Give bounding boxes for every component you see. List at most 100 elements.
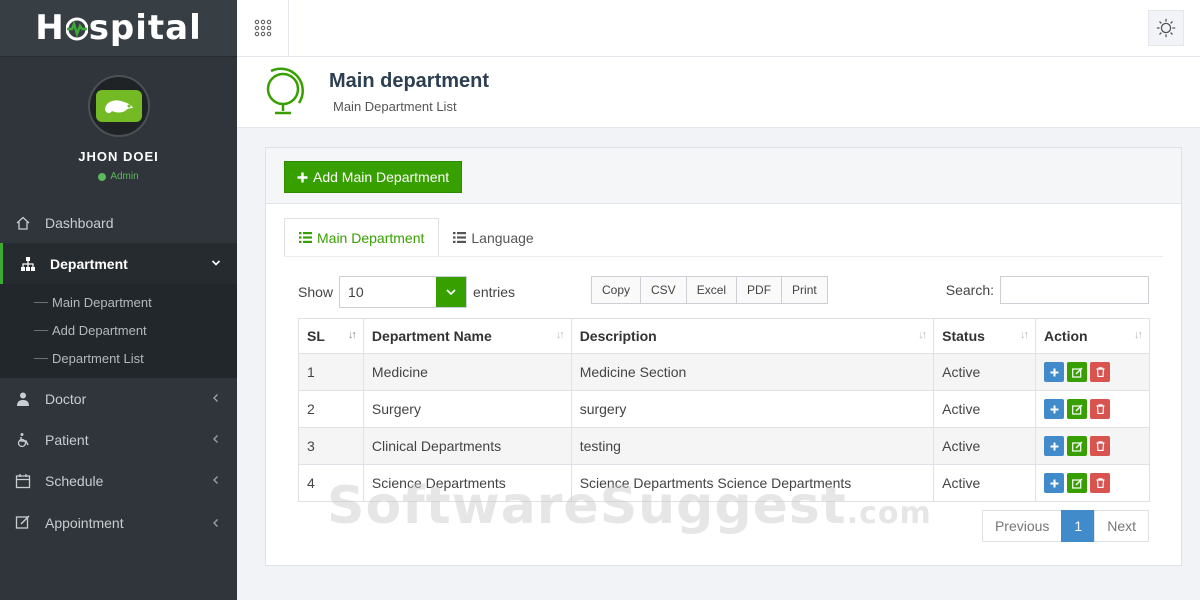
sidebar-item-department[interactable]: Department [0, 243, 237, 284]
cell-actions [1035, 427, 1150, 465]
wheelchair-icon [14, 431, 32, 449]
cell-description: testing [570, 427, 935, 465]
excel-button[interactable]: Excel [685, 276, 738, 304]
top-navbar [237, 0, 1200, 57]
column-header-action[interactable]: Action ↓↑ [1035, 318, 1150, 354]
sort-icon: ↓↑ [1134, 329, 1143, 341]
sidebar-item-schedule[interactable]: Schedule [0, 460, 237, 501]
chevron-down-icon [436, 277, 467, 307]
submenu-item-add-department[interactable]: Add Department [0, 316, 237, 344]
sidebar-item-dashboard[interactable]: Dashboard [0, 202, 237, 243]
sidebar-item-label: Patient [45, 431, 89, 448]
page-length-control: Show 10 entries [298, 276, 515, 308]
add-row-button[interactable] [1044, 399, 1065, 419]
sidebar: H spital JHON DOEI Admin Dashboard Depar… [0, 0, 237, 600]
add-row-button[interactable] [1044, 362, 1065, 382]
watermark-suffix: .com [846, 496, 932, 531]
edit-icon [1071, 404, 1083, 415]
sitemap-icon [19, 255, 37, 273]
trash-icon [1096, 478, 1105, 488]
user-role: Admin [98, 171, 139, 182]
delete-row-button[interactable] [1090, 436, 1111, 456]
table-row: 3 Clinical Departments testing Active [298, 427, 1150, 465]
user-profile: JHON DOEI Admin [0, 57, 237, 202]
column-header-description[interactable]: Description ↓↑ [570, 318, 935, 354]
print-button[interactable]: Print [781, 276, 828, 304]
gear-icon [1156, 18, 1176, 38]
table-row: 1 Medicine Medicine Section Active [298, 353, 1150, 391]
edit-row-button[interactable] [1067, 436, 1088, 456]
add-row-button[interactable] [1044, 473, 1065, 493]
avatar[interactable] [87, 75, 150, 137]
apps-grid-button[interactable] [237, 0, 289, 57]
show-label: Show [298, 284, 334, 300]
cell-actions [1035, 464, 1150, 502]
csv-button[interactable]: CSV [640, 276, 687, 304]
edit-row-button[interactable] [1067, 473, 1088, 493]
cell-department-name: Medicine [362, 353, 572, 391]
table-row: 2 Surgery surgery Active [298, 390, 1150, 428]
trash-icon [1096, 441, 1105, 451]
online-status-dot [98, 172, 107, 181]
entries-select[interactable]: 10 [339, 276, 468, 308]
department-table: SL ↓↑ Department Name ↓↑ Description ↓↑ Sta… [298, 318, 1150, 502]
plus-icon [297, 172, 308, 182]
cell-sl: 2 [298, 390, 364, 428]
brand-prefix: H [35, 8, 65, 48]
column-header-status[interactable]: Status ↓↑ [933, 318, 1037, 354]
add-button-label: Add Main Department [313, 169, 450, 185]
sidebar-menu: Dashboard Department Main Department Add… [0, 202, 237, 531]
column-header-label: SL [307, 328, 325, 344]
delete-row-button[interactable] [1090, 362, 1111, 382]
brand-suffix: spital [88, 8, 202, 48]
watermark: SoftwareSuggest.com [327, 476, 932, 536]
tab-main-department[interactable]: Main Department [284, 218, 440, 257]
column-header-department-name[interactable]: Department Name ↓↑ [362, 318, 572, 354]
grid-icon [254, 19, 271, 37]
cell-status: Active [933, 353, 1037, 391]
heartbeat-icon [65, 17, 88, 41]
export-buttons: Copy CSV Excel PDF Print [591, 276, 828, 304]
column-header-label: Action [1044, 328, 1088, 344]
edit-row-button[interactable] [1067, 362, 1088, 382]
submenu-item-label: Main Department [52, 294, 152, 310]
column-header-sl[interactable]: SL ↓↑ [298, 318, 364, 354]
add-row-button[interactable] [1044, 436, 1065, 456]
previous-page-button[interactable]: Previous [981, 510, 1063, 542]
cell-actions [1035, 353, 1150, 391]
user-name: JHON DOEI [78, 149, 159, 164]
sidebar-item-patient[interactable]: Patient [0, 419, 237, 460]
chevron-down-icon [211, 257, 221, 271]
tab-language[interactable]: Language [439, 218, 547, 257]
cell-sl: 3 [298, 427, 364, 465]
cell-description: surgery [570, 390, 935, 428]
plus-icon [1050, 405, 1059, 413]
next-page-button[interactable]: Next [1094, 510, 1149, 542]
column-header-label: Status [942, 328, 985, 344]
sidebar-item-appointment[interactable]: Appointment [0, 501, 237, 531]
page-1-button[interactable]: 1 [1061, 510, 1096, 542]
submenu-item-department-list[interactable]: Department List [0, 344, 237, 372]
sidebar-item-doctor[interactable]: Doctor [0, 378, 237, 419]
list-icon [453, 232, 467, 243]
delete-row-button[interactable] [1090, 473, 1111, 493]
chameleon-icon [104, 100, 133, 114]
pdf-button[interactable]: PDF [736, 276, 783, 304]
edit-icon [14, 513, 32, 531]
brand-logo[interactable]: H spital [0, 0, 237, 57]
panel-heading: Add Main Department [266, 148, 1181, 204]
edit-icon [1071, 441, 1083, 452]
calendar-icon [14, 472, 32, 490]
sidebar-item-label: Doctor [45, 390, 87, 407]
add-main-department-button[interactable]: Add Main Department [284, 161, 463, 193]
settings-button[interactable] [1148, 10, 1184, 46]
search-input[interactable] [1000, 276, 1149, 304]
plus-icon [1050, 442, 1059, 450]
role-label: Admin [110, 171, 139, 182]
delete-row-button[interactable] [1090, 399, 1111, 419]
submenu-item-main-department[interactable]: Main Department [0, 288, 237, 316]
edit-row-button[interactable] [1067, 399, 1088, 419]
globe-icon [266, 67, 304, 115]
cell-department-name: Clinical Departments [362, 427, 572, 465]
copy-button[interactable]: Copy [591, 276, 642, 304]
